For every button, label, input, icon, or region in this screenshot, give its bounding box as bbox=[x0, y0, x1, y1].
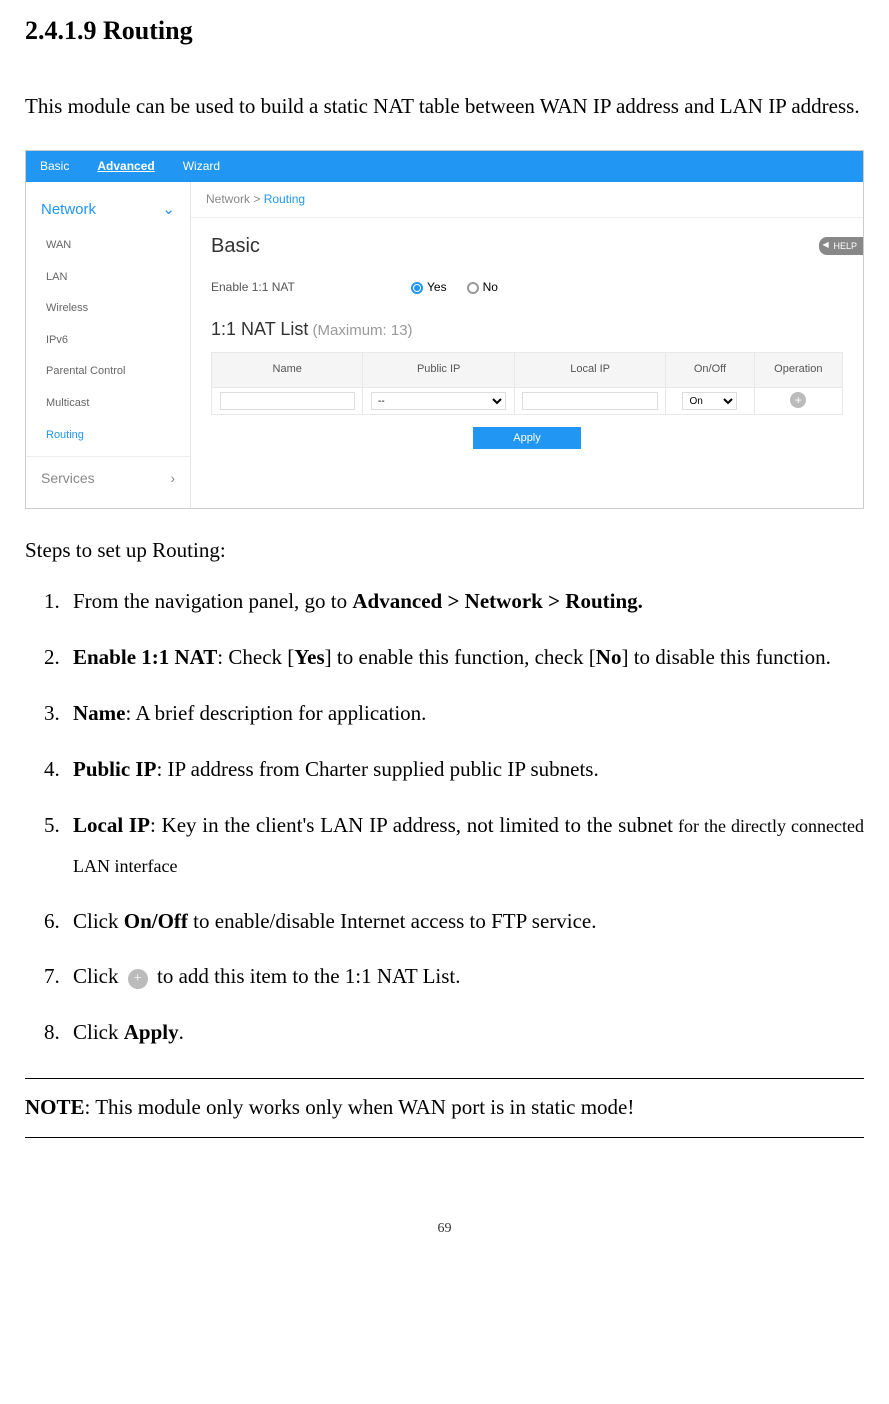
table-row: -- On + bbox=[212, 387, 843, 415]
step-2: Enable 1:1 NAT: Check [Yes] to enable th… bbox=[65, 638, 864, 678]
nat-table: Name Public IP Local IP On/Off Operation… bbox=[211, 352, 843, 415]
nat-list-title: 1:1 NAT List (Maximum: 13) bbox=[211, 315, 843, 344]
th-name: Name bbox=[212, 353, 363, 388]
chevron-down-icon: ⌄ bbox=[162, 198, 175, 222]
sidebar-item-wan[interactable]: WAN bbox=[26, 230, 190, 262]
step-1: From the navigation panel, go to Advance… bbox=[65, 582, 864, 622]
enable-nat-label: Enable 1:1 NAT bbox=[211, 278, 411, 297]
note-box: NOTE: This module only works only when W… bbox=[25, 1078, 864, 1138]
sidebar: Network ⌄ WAN LAN Wireless IPv6 Parental… bbox=[26, 182, 191, 508]
radio-no[interactable]: No bbox=[467, 278, 498, 297]
public-ip-select[interactable]: -- bbox=[371, 392, 506, 410]
name-input[interactable] bbox=[220, 392, 355, 410]
top-tabs: Basic Advanced Wizard bbox=[26, 151, 863, 182]
sidebar-item-parental[interactable]: Parental Control bbox=[26, 356, 190, 388]
radio-no-icon bbox=[467, 282, 479, 294]
sidebar-item-wireless[interactable]: Wireless bbox=[26, 293, 190, 325]
plus-icon: + bbox=[128, 969, 148, 989]
steps-intro: Steps to set up Routing: bbox=[25, 534, 864, 568]
step-3: Name: A brief description for applicatio… bbox=[65, 694, 864, 734]
steps-list: From the navigation panel, go to Advance… bbox=[25, 582, 864, 1053]
step-4: Public IP: IP address from Charter suppl… bbox=[65, 750, 864, 790]
sidebar-item-ipv6[interactable]: IPv6 bbox=[26, 325, 190, 357]
step-7: Click + to add this item to the 1:1 NAT … bbox=[65, 957, 864, 997]
sidebar-item-lan[interactable]: LAN bbox=[26, 262, 190, 294]
sidebar-network-label: Network bbox=[41, 198, 96, 222]
th-local-ip: Local IP bbox=[514, 353, 665, 388]
sidebar-services-header[interactable]: Services › bbox=[26, 456, 190, 499]
th-onoff: On/Off bbox=[666, 353, 754, 388]
step-5: Local IP: Key in the client's LAN IP add… bbox=[65, 806, 864, 886]
step-6: Click On/Off to enable/disable Internet … bbox=[65, 902, 864, 942]
chevron-right-icon: › bbox=[170, 467, 175, 489]
page-number: 69 bbox=[25, 1218, 864, 1240]
sidebar-services-label: Services bbox=[41, 467, 95, 489]
sidebar-item-routing[interactable]: Routing bbox=[26, 420, 190, 452]
th-public-ip: Public IP bbox=[363, 353, 514, 388]
section-heading: 2.4.1.9 Routing bbox=[25, 10, 864, 52]
sidebar-item-multicast[interactable]: Multicast bbox=[26, 388, 190, 420]
breadcrumb: Network > Routing bbox=[191, 182, 863, 218]
tab-advanced[interactable]: Advanced bbox=[83, 151, 168, 182]
apply-button[interactable]: Apply bbox=[473, 427, 581, 449]
th-operation: Operation bbox=[754, 353, 842, 388]
tab-wizard[interactable]: Wizard bbox=[169, 151, 234, 182]
add-icon[interactable]: + bbox=[790, 392, 806, 408]
local-ip-input[interactable] bbox=[522, 392, 657, 410]
help-button[interactable]: HELP bbox=[819, 237, 863, 255]
tab-basic[interactable]: Basic bbox=[26, 151, 83, 182]
intro-paragraph: This module can be used to build a stati… bbox=[25, 82, 864, 130]
radio-yes[interactable]: Yes bbox=[411, 278, 447, 297]
breadcrumb-network: Network bbox=[206, 192, 250, 206]
onoff-select[interactable]: On bbox=[682, 392, 737, 410]
main-panel: Network > Routing HELP Basic Enable 1:1 … bbox=[191, 182, 863, 508]
section-title-basic: Basic bbox=[211, 230, 843, 262]
router-ui-screenshot: Basic Advanced Wizard Network ⌄ WAN LAN … bbox=[25, 150, 864, 509]
breadcrumb-routing: Routing bbox=[264, 192, 305, 206]
radio-yes-icon bbox=[411, 282, 423, 294]
step-8: Click Apply. bbox=[65, 1013, 864, 1053]
sidebar-network-header[interactable]: Network ⌄ bbox=[26, 190, 190, 230]
